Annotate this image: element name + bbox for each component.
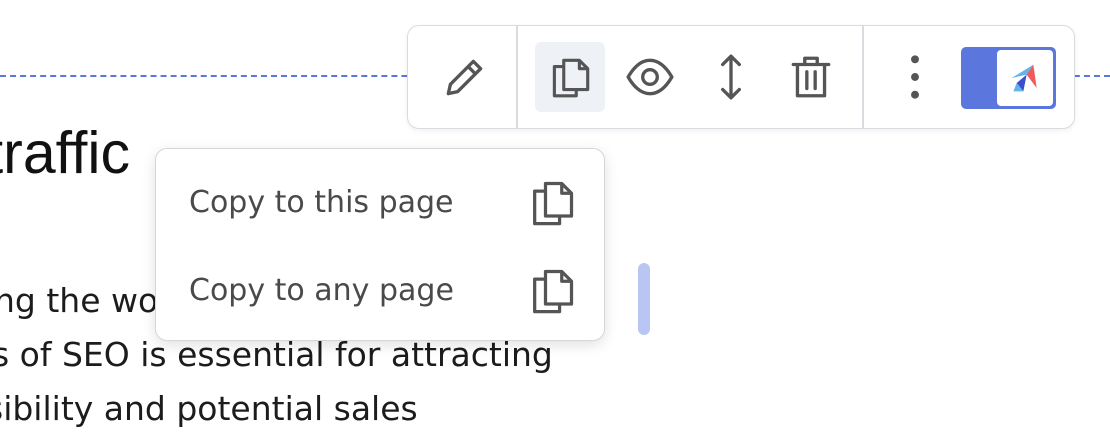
vertical-arrows-icon [721, 54, 741, 100]
copy-icon [533, 269, 574, 314]
paragraph-line: sibility and potential sales [0, 389, 418, 428]
copy-button[interactable] [535, 42, 605, 112]
more-options-button[interactable] [880, 42, 950, 112]
copy-to-this-page-item[interactable]: Copy to this page [156, 161, 604, 245]
menu-item-label: Copy to this page [189, 185, 454, 220]
paper-plane-logo-icon [1011, 64, 1037, 92]
move-button[interactable] [696, 42, 766, 112]
toolbar-divider [516, 26, 518, 128]
delete-button[interactable] [776, 42, 846, 112]
trash-icon [791, 56, 831, 98]
pencil-icon [446, 59, 483, 96]
toolbar-divider [862, 26, 864, 128]
vertical-dots-icon [911, 55, 919, 99]
brand-logo-frame [997, 50, 1053, 106]
block-toolbar [407, 25, 1075, 129]
scrollbar-thumb[interactable] [638, 263, 650, 335]
preview-button[interactable] [615, 42, 685, 112]
page-heading: t traffic [0, 120, 130, 186]
copy-to-any-page-item[interactable]: Copy to any page [156, 249, 604, 333]
copy-options-menu: Copy to this page Copy to any page [155, 148, 605, 341]
brand-app-button[interactable] [961, 47, 1056, 109]
eye-icon [626, 58, 674, 96]
menu-item-label: Copy to any page [189, 273, 454, 308]
edit-button[interactable] [430, 42, 500, 112]
copy-icon [533, 181, 574, 226]
copy-icon [552, 58, 590, 98]
